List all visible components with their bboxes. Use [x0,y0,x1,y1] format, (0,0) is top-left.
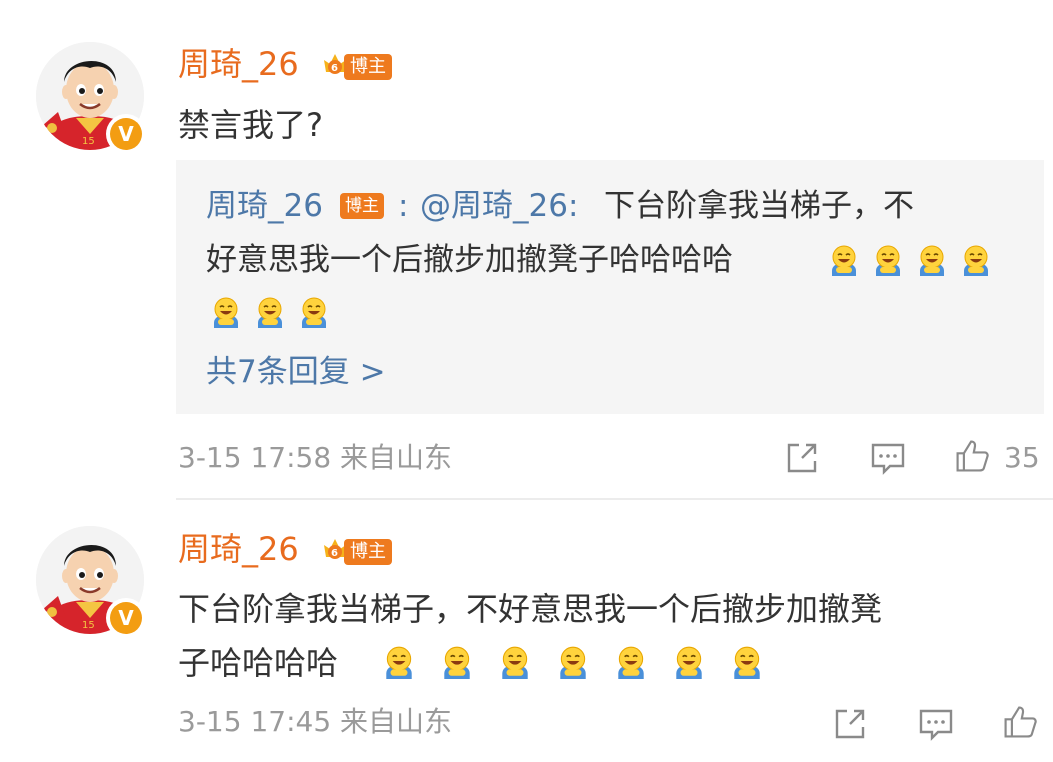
verified-badge-icon: V [106,114,146,154]
comment-meta: 3-15 17:45 来自山东 [178,704,452,740]
quoted-reply[interactable]: 周琦_26 博主 : @周琦_26: 下台阶拿我当梯子，不 好意思我一个后撤步加… [176,160,1044,414]
verified-mark: V [110,602,142,634]
blogger-badge: 博主 [344,54,392,80]
quoted-blogger-badge: 博主 [340,193,384,219]
like-count: 35 [1004,441,1040,474]
quoted-separator: : [398,188,409,224]
verified-mark: V [110,118,142,150]
laughing-face-emoji-icon [298,295,330,329]
thumbs-up-icon[interactable] [1002,704,1038,740]
quoted-text-line2: 好意思我一个后撤步加撤凳子哈哈哈哈 [206,242,733,278]
laughing-face-emoji-icon [498,644,532,680]
share-icon[interactable] [784,440,820,476]
comment-icon[interactable] [918,706,954,742]
comment-text: 禁言我了? [178,106,323,144]
laughing-face-emoji-icon [730,644,764,680]
blogger-badge: 博主 [344,539,392,565]
laughing-face-emoji-icon [254,295,286,329]
username[interactable]: 周琦_26 [178,44,299,84]
laughing-face-emoji-icon [916,243,948,277]
quoted-username[interactable]: 周琦_26 [206,186,323,226]
laughing-face-emoji-icon [210,295,242,329]
quoted-text-line1: 下台阶拿我当梯子，不 [604,188,914,224]
comment-item: V 周琦_26 博主 下台阶拿我当梯子，不好意思我一个后撤步加撤凳 子哈哈哈哈 … [0,502,1053,762]
username[interactable]: 周琦_26 [178,529,299,569]
quoted-mention[interactable]: @周琦_26: [420,186,578,226]
laughing-face-emoji-icon [960,243,992,277]
comment-emoji-row [382,640,764,684]
location: 来自山东 [340,705,453,738]
timestamp: 3-15 17:45 [178,705,332,738]
laughing-face-emoji-icon [672,644,706,680]
location: 来自山东 [340,441,453,474]
divider [176,498,1053,500]
timestamp: 3-15 17:58 [178,441,332,474]
comment-text-line1: 下台阶拿我当梯子，不好意思我一个后撤步加撤凳 [178,590,883,628]
laughing-face-emoji-icon [440,644,474,680]
thumbs-up-icon[interactable] [954,438,990,474]
verified-badge-icon: V [106,598,146,638]
laughing-face-emoji-icon [828,243,860,277]
laughing-face-emoji-icon [872,243,904,277]
laughing-face-emoji-icon [556,644,590,680]
comment-icon[interactable] [870,440,906,476]
view-replies-link[interactable]: 共7条回复 > [206,352,386,392]
comment-item: V 周琦_26 博主 禁言我了? 周琦_26 博主 : @周琦_26: 下台阶拿… [0,0,1053,500]
laughing-face-emoji-icon [614,644,648,680]
quoted-emoji-row [210,292,330,332]
share-icon[interactable] [832,706,868,742]
laughing-face-emoji-icon [382,644,416,680]
comment-meta: 3-15 17:58 来自山东 [178,440,452,476]
quoted-emoji-row [828,240,992,280]
